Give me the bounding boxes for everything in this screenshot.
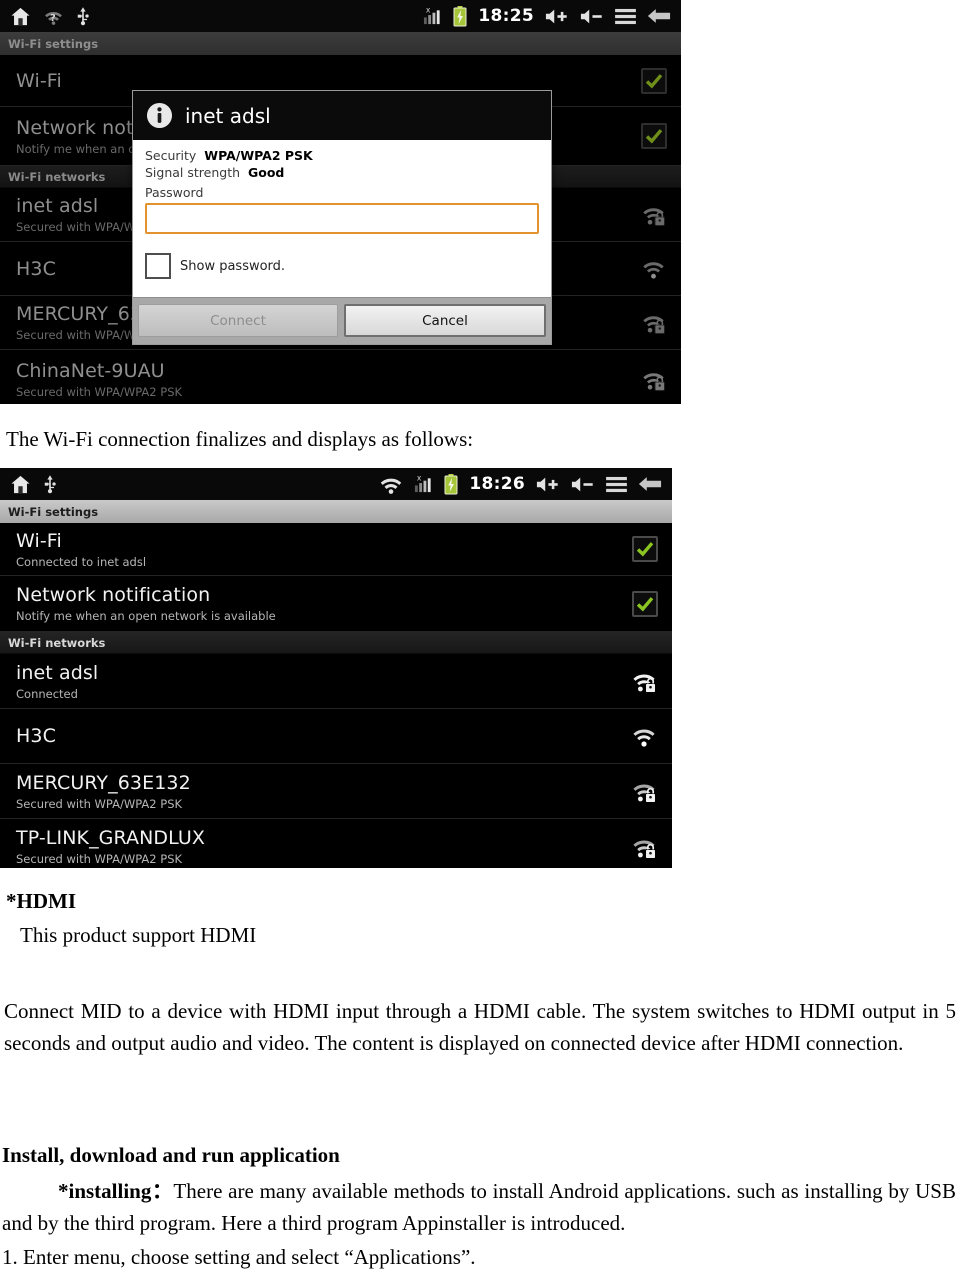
hdmi-paragraph: Connect MID to a device with HDMI input … [4,999,956,1055]
cancel-button[interactable]: Cancel [344,304,546,337]
status-bar-left-icons [0,474,57,494]
usb-icon [43,474,57,494]
volume-down-icon[interactable] [571,476,595,493]
dialog-footer: Connect Cancel [133,297,551,344]
wifi-password-dialog: inet adsl Security WPA/WPA2 PSK Signal s… [132,90,552,345]
svg-text:x: x [426,7,431,15]
network-status: Connected [16,686,78,701]
signal-bars-icon: x [423,5,442,26]
volume-down-icon[interactable] [580,8,604,25]
caption-wifi-finalizes: The Wi-Fi connection finalizes and displ… [6,427,474,451]
network-row[interactable]: ChinaNet-9UAU Secured with WPA/WPA2 PSK [0,350,681,404]
wifi-open-icon [630,723,658,749]
security-info: Security WPA/WPA2 PSK [145,148,539,163]
hdmi-heading: *HDMI [6,889,76,913]
status-bar: x 18:26 [0,468,672,500]
install-section: Install, download and run application *i… [2,1140,956,1274]
network-notification-checkbox[interactable] [632,590,658,617]
status-bar-right-icons: x 18:25 [423,5,681,27]
document-page: ? x 18:25 Wi-Fi settings Wi-Fi Network n… [0,0,960,1277]
titlebar: Wi-Fi settings [0,500,672,523]
security-label: Security [145,148,197,163]
status-bar-clock: 18:26 [469,474,525,494]
signal-bars-icon: x [414,473,433,494]
show-password-row[interactable]: Show password. [145,253,539,279]
row-title: Wi-Fi [16,69,62,92]
volume-up-icon[interactable] [536,476,560,493]
network-ssid: H3C [16,725,56,747]
wifi-secured-icon [630,778,658,804]
home-icon[interactable] [10,475,31,494]
installing-label: *installing： [58,1178,174,1203]
signal-label: Signal strength [145,165,241,180]
network-ssid: MERCURY_63E132 [16,771,191,794]
hdmi-line: This product support HDMI [20,922,257,947]
installing-paragraph: *installing：There are many available met… [2,1176,956,1240]
network-row[interactable]: MERCURY_63E132 Secured with WPA/WPA2 PSK [0,764,672,819]
network-security: Secured with WPA/WPA2 PSK [16,796,183,811]
titlebar: Wi-Fi settings [0,32,681,55]
back-icon[interactable] [638,475,662,493]
battery-charging-icon [453,5,467,27]
show-password-checkbox[interactable] [145,253,171,279]
password-label: Password [145,185,204,200]
wifi-secured-icon [640,310,667,335]
row-title: Wi-Fi [16,529,62,552]
wifi-password-dialog-screenshot: ? x 18:25 Wi-Fi settings Wi-Fi Network n… [0,0,681,404]
row-subtitle: Connected to inet adsl [16,554,147,569]
status-bar-right-icons: x 18:26 [379,473,672,495]
dialog-header: inet adsl [133,91,551,140]
network-security: Secured with WPA/WPA2 PSK [16,385,183,399]
connect-button[interactable]: Connect [138,304,338,337]
info-icon [146,102,173,129]
wifi-searching-icon: ? [43,8,64,25]
svg-text:x: x [417,475,422,483]
status-bar: ? x 18:25 [0,0,681,32]
wifi-connected-icon [379,475,403,494]
network-row[interactable]: H3C [0,709,672,764]
signal-info: Signal strength Good [145,165,539,180]
network-row[interactable]: inet adsl Connected [0,654,672,709]
wifi-checkbox[interactable] [641,67,667,94]
row-title: Network notification [16,584,211,606]
row-network-notification[interactable]: Network notification Notify me when an o… [0,576,672,632]
show-password-label: Show password. [180,258,286,274]
network-row[interactable]: TP-LINK_GRANDLUX Secured with WPA/WPA2 P… [0,819,672,868]
security-value: WPA/WPA2 PSK [204,148,313,163]
hdmi-section: *HDMI This product support HDMI [6,886,956,952]
signal-value: Good [247,165,285,180]
wifi-secured-icon [640,202,667,227]
wifi-secured-icon [630,668,658,694]
settings-list: Wi-Fi Connected to inet adsl Network not… [0,523,672,868]
step-1: 1. Enter menu, choose setting and select… [2,1244,476,1269]
battery-charging-icon [444,473,458,495]
password-input[interactable] [145,203,539,234]
menu-icon[interactable] [615,8,636,25]
wifi-open-icon [640,256,667,281]
network-ssid: inet adsl [16,661,99,684]
usb-icon [76,6,90,26]
status-bar-left-icons: ? [0,6,90,26]
home-icon[interactable] [10,7,31,26]
network-security: Secured with WPA/WPA2 PSK [16,852,183,866]
wifi-secured-icon [630,834,658,860]
row-wifi-toggle[interactable]: Wi-Fi Connected to inet adsl [0,523,672,576]
network-notification-checkbox[interactable] [641,123,667,149]
wifi-secured-icon [640,367,667,392]
dialog-body: Security WPA/WPA2 PSK Signal strength Go… [133,140,551,297]
row-subtitle: Notify me when an open network is availa… [16,609,276,623]
status-bar-clock: 18:25 [478,6,534,26]
wifi-connected-screenshot: x 18:26 Wi-Fi settings Wi-Fi Connected t… [0,468,672,868]
dialog-title: inet adsl [185,103,271,128]
section-header-wifi-networks: Wi-Fi networks [0,632,672,654]
menu-icon[interactable] [606,476,627,493]
install-heading: Install, download and run application [2,1143,340,1167]
volume-up-icon[interactable] [545,8,569,25]
network-ssid: TP-LINK_GRANDLUX [16,827,206,849]
wifi-checkbox[interactable] [632,536,658,562]
svg-text:?: ? [50,12,56,23]
back-icon[interactable] [647,7,671,25]
network-ssid: ChinaNet-9UAU [16,360,165,382]
